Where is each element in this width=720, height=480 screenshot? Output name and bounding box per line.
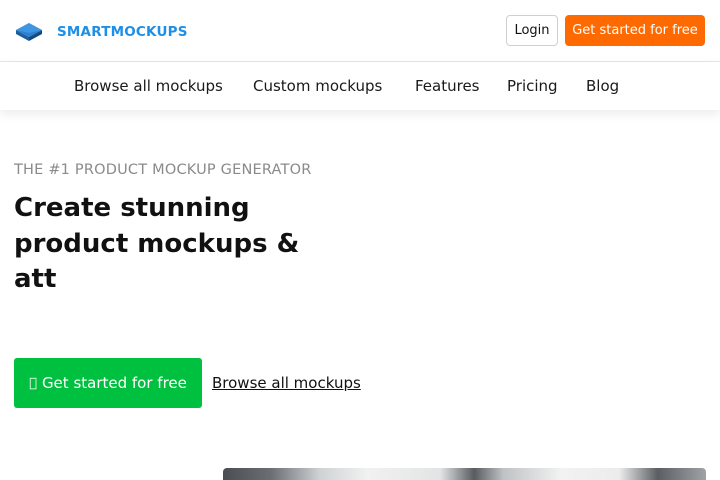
hero-image [223,468,706,480]
logo[interactable]: SMARTMOCKUPS [14,19,188,45]
stacked-layers-icon [16,23,42,41]
top-header: SMARTMOCKUPS Login Get started for free [0,0,720,62]
nav-item-custom-mockups[interactable]: Custom mockups [253,77,382,95]
nav-item-browse-all-mockups[interactable]: Browse all mockups [74,77,223,95]
nav-item-features[interactable]: Features [415,77,480,95]
browse-all-mockups-link[interactable]: Browse all mockups [212,374,361,392]
hero-headline: Create stunning product mockups & att [14,193,300,294]
get-started-button[interactable]: Get started for free [565,15,705,46]
nav-item-blog[interactable]: Blog [586,77,619,95]
placeholder-glyph-icon:  [29,376,37,391]
main-nav: Browse all mockups Custom mockups Featur… [0,62,720,110]
nav-item-pricing[interactable]: Pricing [507,77,558,95]
login-button[interactable]: Login [506,15,558,46]
hero-eyebrow: THE #1 PRODUCT MOCKUP GENERATOR [14,162,312,178]
logo-text: SMARTMOCKUPS [57,24,188,40]
hero-get-started-label: Get started for free [38,374,187,392]
hero-get-started-button[interactable]:  Get started for free [14,358,202,408]
